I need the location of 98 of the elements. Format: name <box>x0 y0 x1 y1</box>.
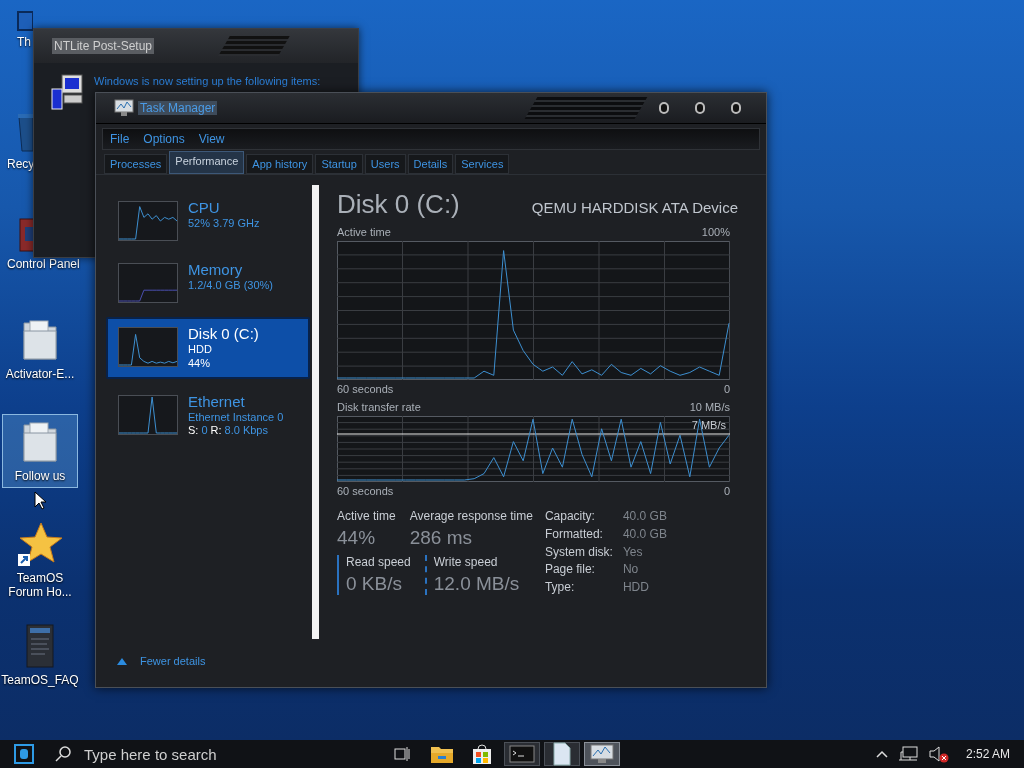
stat-label: Active time <box>337 509 396 523</box>
minimize-button[interactable] <box>659 102 670 114</box>
search-field[interactable]: Type here to search <box>82 744 336 764</box>
star-shortcut-icon <box>17 521 63 567</box>
usage-graph-thumbnail <box>118 201 178 241</box>
usage-graph-thumbnail <box>118 263 178 303</box>
stat-label: S: <box>188 423 199 436</box>
close-button[interactable] <box>731 102 742 114</box>
network-icon[interactable] <box>897 745 918 763</box>
property-label: Page file: <box>544 562 596 578</box>
property-value: Yes <box>622 544 644 560</box>
stat-value: 8.0 Kbps <box>224 423 268 436</box>
stat-value: 0 <box>201 423 208 436</box>
tab[interactable]: Services <box>455 154 510 174</box>
graph-marker-label: 7 MB/s <box>691 419 726 431</box>
tab[interactable]: App history <box>246 154 314 174</box>
menu-item[interactable]: View <box>191 132 232 146</box>
graph-max: 100% <box>701 226 730 238</box>
shopping-bag-icon <box>471 743 493 765</box>
device-name: CPU <box>188 199 221 216</box>
property-value: No <box>622 562 640 578</box>
start-icon <box>14 744 34 764</box>
graph-min: 0 <box>723 485 730 497</box>
graph-min: 0 <box>723 383 730 395</box>
window-title: NTLite Post-Setup <box>52 38 155 54</box>
time-span-label: 60 seconds <box>337 485 394 497</box>
device-model: QEMU HARDDISK ATA Device <box>531 199 738 216</box>
monitor-icon[interactable] <box>17 11 33 31</box>
desktop-icon[interactable]: Follow us <box>2 414 78 489</box>
time-span-label: 60 seconds <box>337 383 394 395</box>
chart-monitor-icon <box>114 99 134 117</box>
collapse-icon <box>116 656 128 666</box>
usage-graph-thumbnail <box>118 327 178 367</box>
chart-monitor-icon <box>590 744 614 764</box>
graph-label: Disk transfer rate <box>337 401 421 413</box>
console-icon <box>509 745 535 763</box>
maximize-button[interactable] <box>695 102 706 114</box>
device-item[interactable]: Disk 0 (C:) HDD 44% <box>106 317 310 379</box>
device-detail: Ethernet Instance 0 <box>188 409 284 424</box>
device-name: Memory <box>188 261 244 278</box>
icon-label[interactable]: Recy <box>7 157 35 172</box>
scrollbar[interactable] <box>312 185 319 639</box>
stat-label: Average response time <box>409 509 533 523</box>
setup-message: Windows is now setting up the following items: <box>94 75 321 87</box>
speed-value: 0 KB/s <box>346 573 403 595</box>
graph-max: 10 MB/s <box>689 401 730 413</box>
taskbar-app-button[interactable] <box>544 742 580 766</box>
computer-setup-icon <box>50 73 86 111</box>
search-icon <box>54 745 72 763</box>
menu-item[interactable]: File <box>103 132 137 146</box>
device-name: Disk 0 (C:) <box>188 325 259 342</box>
device-item[interactable]: CPU 52% 3.79 GHz <box>106 193 310 247</box>
device-item[interactable]: Ethernet Ethernet Instance 0 S: 0 R: 8.0 Kbps <box>106 386 310 442</box>
volume-muted-icon[interactable] <box>927 745 950 763</box>
property-label: System disk: <box>544 544 614 560</box>
task-view-icon <box>393 745 411 763</box>
folder-icon <box>430 744 454 764</box>
window-title: Task Manager <box>138 101 218 115</box>
property-label: Type: <box>544 580 576 595</box>
icon-label[interactable]: TeamOS_FAQ <box>1 673 79 688</box>
device-name: Ethernet <box>188 392 246 410</box>
device-detail: 44% <box>188 356 212 371</box>
device-detail: 1.2/4.0 GB (30%) <box>188 278 273 293</box>
tab[interactable]: Processes <box>104 154 168 174</box>
icon-label[interactable]: TeamOS Forum Ho... <box>3 571 77 600</box>
tab[interactable]: Performance <box>169 151 245 174</box>
device-item[interactable]: Memory 1.2/4.0 GB (30%) <box>106 255 310 309</box>
tab[interactable]: Users <box>364 154 406 174</box>
folder-icon <box>20 419 60 465</box>
speed-value: 12.0 MB/s <box>433 573 520 595</box>
device-detail: 52% 3.79 GHz <box>188 216 260 231</box>
tab[interactable]: Startup <box>315 154 363 174</box>
device-detail: HDD <box>188 342 213 357</box>
icon-label[interactable]: Th <box>17 35 31 50</box>
property-value: 40.0 GB <box>622 509 667 524</box>
mouse-cursor-icon <box>34 491 48 511</box>
speed-label: Write speed <box>433 555 499 569</box>
usage-graph-thumbnail <box>118 394 178 435</box>
document-icon <box>25 623 55 669</box>
icon-label[interactable]: Activator-E... <box>5 367 75 382</box>
stat-value: 44% <box>337 527 377 549</box>
stat-label: R: <box>210 423 222 436</box>
menu-item[interactable]: Options <box>136 132 192 146</box>
chevron-up-icon[interactable] <box>875 749 888 759</box>
fewer-details-link[interactable]: Fewer details <box>140 655 206 667</box>
disk-title: Disk 0 (C:) <box>337 189 460 220</box>
property-label: Formatted: <box>544 526 604 542</box>
property-label: Capacity: <box>544 509 596 524</box>
stat-value: 286 ms <box>409 527 473 549</box>
speed-label: Read speed <box>346 555 411 569</box>
folder-icon <box>20 317 60 363</box>
graph-label: Active time <box>337 226 391 238</box>
icon-label[interactable]: Control Panel <box>7 257 80 272</box>
property-value: HDD <box>622 580 650 595</box>
document-icon <box>552 742 572 766</box>
tab[interactable]: Details <box>407 154 454 174</box>
property-value: 40.0 GB <box>622 526 667 542</box>
clock[interactable]: 2:52 AM <box>965 747 1010 761</box>
